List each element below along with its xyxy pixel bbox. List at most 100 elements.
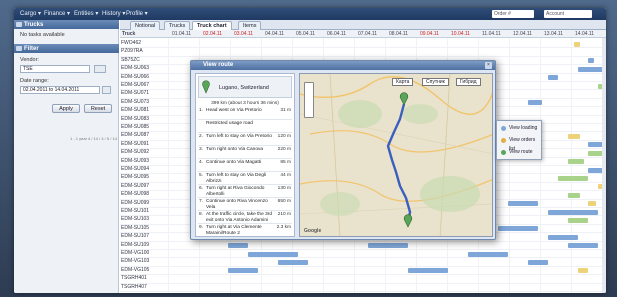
account-selector[interactable]: Account xyxy=(544,10,592,18)
context-menu-item[interactable]: View orders list xyxy=(499,136,541,152)
task-bar-blue[interactable] xyxy=(468,251,508,257)
truck-row-label[interactable]: EDM-SU107 xyxy=(121,233,149,240)
vertical-scrollbar[interactable] xyxy=(602,38,606,293)
truck-row-label[interactable]: EDM-SU092 xyxy=(121,149,149,156)
truck-row-label[interactable]: EDM-SU083 xyxy=(121,116,149,123)
tab-items[interactable]: Items xyxy=(238,21,262,30)
truck-row-label[interactable]: EDM-SU099 xyxy=(121,200,149,207)
truck-row-label[interactable]: EDM-SU073 xyxy=(121,99,149,106)
task-bar-green[interactable] xyxy=(558,175,588,181)
direction-step[interactable]: 7. Continue onto Riva Vincenzo Vela 650 m xyxy=(198,199,292,211)
apply-button[interactable]: Apply xyxy=(52,104,80,113)
step-distance: 85 m xyxy=(280,160,291,165)
task-bar-blue[interactable] xyxy=(278,259,308,265)
direction-step[interactable]: 1. Head west on Via Pretorio 31 m xyxy=(198,108,292,120)
truck-row-label[interactable]: EDM-SU098 xyxy=(121,191,149,198)
truck-row-label[interactable]: EDM-SU066 xyxy=(121,74,149,81)
truck-row-label[interactable]: FWO462 xyxy=(121,40,141,47)
tab-trucks[interactable]: Trucks xyxy=(164,21,191,30)
calendar-icon[interactable] xyxy=(102,86,111,94)
truck-row-label[interactable]: EDM-SU081 xyxy=(121,107,149,114)
filter-panel-header[interactable]: Filter xyxy=(14,44,119,53)
truck-row-label[interactable]: EDM-SU067 xyxy=(121,82,149,89)
truck-row-label[interactable]: PZ097RA xyxy=(121,48,143,55)
task-bar-blue[interactable] xyxy=(408,268,448,274)
task-bar-green[interactable] xyxy=(568,192,580,198)
direction-step[interactable]: 5. Turn left to stay on Via Degli Albrizz… xyxy=(198,173,292,185)
task-bar-blue[interactable] xyxy=(548,234,578,240)
tab-truck-chart[interactable]: Truck chart xyxy=(192,21,232,30)
task-bar-yellow[interactable] xyxy=(578,268,588,274)
direction-step[interactable]: 8. At the traffic circle, take the 3rd ex… xyxy=(198,212,292,224)
reset-button[interactable]: Reset xyxy=(84,104,112,113)
vendor-input[interactable]: TSE xyxy=(20,65,90,73)
task-bar-blue[interactable] xyxy=(248,251,298,257)
truck-row-label[interactable]: TSGRH401 xyxy=(121,275,147,282)
truck-row-label[interactable]: EDM-SU087 xyxy=(121,132,149,139)
context-menu-item[interactable]: View loading xyxy=(499,124,541,133)
truck-row-label[interactable]: EDM-VG105 xyxy=(121,267,149,274)
route-start-marker-icon[interactable] xyxy=(399,92,409,106)
task-bar-blue[interactable] xyxy=(228,243,248,249)
task-bar-yellow[interactable] xyxy=(568,133,580,139)
truck-row-label[interactable]: EDM-SU085 xyxy=(121,124,149,131)
task-bar-blue[interactable] xyxy=(368,243,408,249)
task-bar-blue[interactable] xyxy=(528,100,542,106)
truck-row-label[interactable]: EDM-SU103 xyxy=(121,216,149,223)
direction-step[interactable]: 4. Continue onto Via Magatti 85 m xyxy=(198,160,292,172)
menu-finance[interactable]: Finance ▾ xyxy=(44,10,70,17)
task-bar-blue[interactable] xyxy=(528,259,548,265)
direction-step[interactable]: 9. Turn right at Via Clemente Maraini/Rou… xyxy=(198,225,292,236)
order-search-input[interactable]: Order # xyxy=(492,10,534,18)
map-type-satellite-button[interactable]: Спутник xyxy=(422,78,449,86)
menu-history[interactable]: History ▾ xyxy=(102,10,125,17)
dialog-title-bar[interactable]: View route xyxy=(191,61,495,70)
map-zoom-control[interactable] xyxy=(304,82,314,118)
date-range-input[interactable]: 02.04.2011 to 14.04.2011 xyxy=(20,86,100,94)
map-type-map-button[interactable]: Карта xyxy=(392,78,414,86)
truck-row-label[interactable]: EDM-SU071 xyxy=(121,90,149,97)
task-bar-blue[interactable] xyxy=(588,58,594,64)
close-icon[interactable]: × xyxy=(485,62,492,69)
task-bar-blue[interactable] xyxy=(228,268,258,274)
direction-step[interactable]: Restricted usage road xyxy=(198,121,292,133)
menu-entities[interactable]: Entities ▾ xyxy=(74,10,98,17)
context-menu-item[interactable]: View route xyxy=(499,148,541,157)
route-map[interactable]: Карта Спутник Гибрид Google xyxy=(299,73,493,237)
direction-step[interactable]: 3. Turn right onto Via Canova 220 m xyxy=(198,147,292,159)
filter-panel-icon xyxy=(16,46,22,51)
map-type-hybrid-button[interactable]: Гибрид xyxy=(456,78,481,86)
task-bar-green[interactable] xyxy=(568,159,584,165)
truck-row-label[interactable]: EDM-SU095 xyxy=(121,174,149,181)
truck-row-label[interactable]: EDM-VG100 xyxy=(121,250,149,257)
direction-step[interactable]: 2. Turn left to stay on Via Pretorio 120 m xyxy=(198,134,292,146)
menu-profile[interactable]: Profile ▾ xyxy=(126,10,148,17)
vendor-picker-button[interactable] xyxy=(94,65,106,73)
task-bar-yellow[interactable] xyxy=(574,41,580,47)
truck-row-label[interactable]: EDM-SU101 xyxy=(121,208,149,215)
step-number: 8. xyxy=(199,212,204,217)
truck-row-label[interactable]: TSGRH407 xyxy=(121,284,147,291)
truck-row-label[interactable]: EDM-SU105 xyxy=(121,225,149,232)
truck-row-label[interactable]: EDM-SU093 xyxy=(121,158,149,165)
task-bar-yellow[interactable] xyxy=(588,201,596,207)
task-bar-blue[interactable] xyxy=(568,243,598,249)
tab-strip: Notional Trucks Truck chart Items xyxy=(120,20,606,30)
task-bar-green[interactable] xyxy=(568,217,588,223)
tab-notional[interactable]: Notional xyxy=(130,21,161,30)
truck-row-label[interactable]: EDM-SU094 xyxy=(121,166,149,173)
truck-row-label[interactable]: SB75ZC xyxy=(121,57,140,64)
truck-row-label[interactable]: EDM-SU097 xyxy=(121,183,149,190)
task-bar-blue[interactable] xyxy=(498,226,538,232)
task-bar-blue[interactable] xyxy=(508,201,538,207)
truck-row-label[interactable]: EDM-SU063 xyxy=(121,65,149,72)
direction-step[interactable]: 6. Turn right at Riva Giocondo Albertolli… xyxy=(198,186,292,198)
task-bar-blue[interactable] xyxy=(548,75,558,81)
truck-row-label[interactable]: EDM-VG103 xyxy=(121,258,149,265)
trucks-panel-header[interactable]: Trucks xyxy=(14,20,119,29)
truck-row-label[interactable]: EDM-SU109 xyxy=(121,242,149,249)
route-end-marker-icon[interactable] xyxy=(403,214,413,228)
truck-row-label[interactable]: EDM-SU091 xyxy=(121,141,149,148)
task-bar-blue[interactable] xyxy=(548,209,598,215)
menu-cargo[interactable]: Cargo ▾ xyxy=(20,10,41,17)
